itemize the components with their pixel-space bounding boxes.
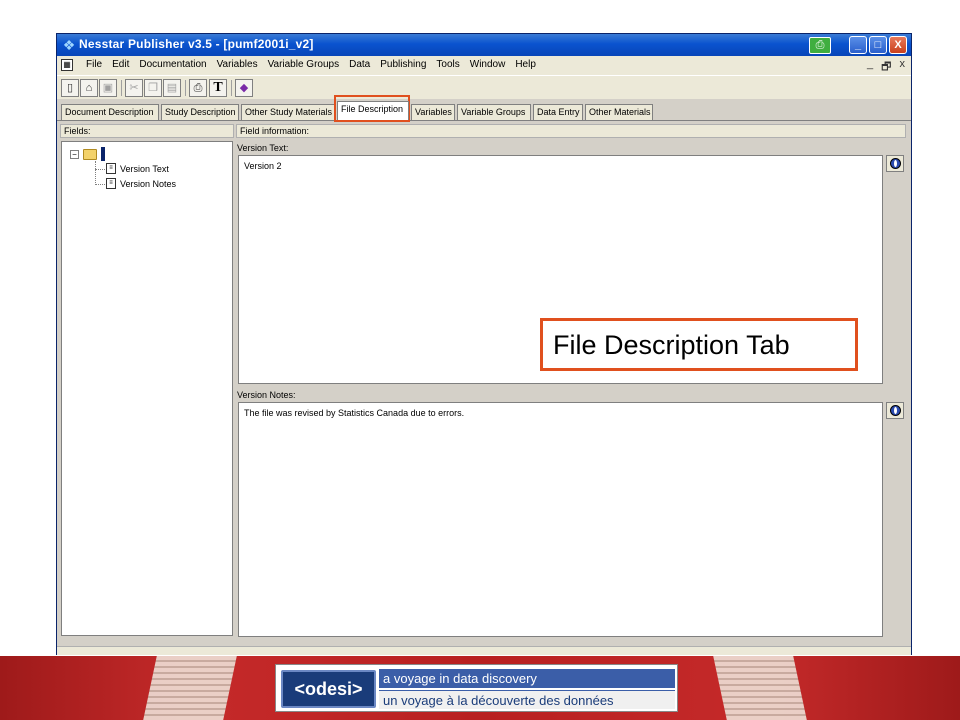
tab-variables[interactable]: Variables: [411, 104, 455, 120]
tagline-french: un voyage à la découverte des données: [379, 690, 675, 709]
menu-window[interactable]: Window: [465, 59, 511, 70]
selection-marker: [101, 147, 105, 161]
folder-icon: [83, 148, 97, 160]
cut-icon[interactable]: ✂: [125, 79, 143, 97]
callout-box: File Description Tab: [540, 318, 858, 371]
content-area: Fields: − ≡ Version Text ≡ Version Notes…: [57, 120, 911, 646]
decorative-paper-right: [713, 656, 807, 720]
decorative-paper-left: [143, 656, 237, 720]
version-notes-field[interactable]: The file was revised by Statistics Canad…: [238, 402, 883, 637]
menu-file[interactable]: File: [81, 59, 107, 70]
printer-icon[interactable]: ⎙: [809, 37, 831, 54]
paste-icon[interactable]: ▤: [163, 79, 181, 97]
tab-strip: Document Description Study Description O…: [57, 100, 911, 120]
document-icon: ≡: [106, 178, 116, 189]
field-information-header: Field information:: [236, 124, 906, 138]
maximize-button[interactable]: □: [869, 36, 887, 54]
callout-text: File Description Tab: [553, 330, 790, 360]
footer-banner: <odesi> a voyage in data discovery un vo…: [0, 656, 960, 720]
globe-help-icon: [890, 405, 901, 416]
text-icon[interactable]: T: [209, 79, 227, 97]
tab-other-study-materials[interactable]: Other Study Materials: [241, 104, 335, 120]
toolbar: ▯ ⌂ ▣ ✂ ❐ ▤ ⎙ T ◆: [57, 75, 911, 99]
odesi-logo-box: <odesi> a voyage in data discovery un vo…: [275, 664, 678, 712]
version-notes-value: The file was revised by Statistics Canad…: [244, 408, 465, 418]
title-bar[interactable]: ❖ Nesstar Publisher v3.5 - [pumf2001i_v2…: [57, 34, 911, 56]
tree-item-version-notes[interactable]: ≡ Version Notes: [106, 178, 176, 189]
save-icon[interactable]: ▣: [99, 79, 117, 97]
tree-item-label: Version Text: [120, 163, 169, 174]
tab-variable-groups[interactable]: Variable Groups: [457, 104, 531, 120]
collapse-icon[interactable]: −: [70, 149, 79, 159]
close-button[interactable]: X: [889, 36, 907, 54]
new-file-icon[interactable]: ▯: [61, 79, 79, 97]
fields-tree[interactable]: − ≡ Version Text ≡ Version Notes: [61, 141, 233, 636]
tree-item-label: Version Notes: [120, 178, 177, 189]
book-icon[interactable]: ◆: [235, 79, 253, 97]
menu-documentation[interactable]: Documentation: [134, 59, 211, 70]
menu-variable-groups[interactable]: Variable Groups: [263, 59, 345, 70]
version-text-help-button[interactable]: [886, 155, 904, 172]
copy-icon[interactable]: ❐: [144, 79, 162, 97]
menu-tools[interactable]: Tools: [431, 59, 464, 70]
version-notes-label: Version Notes:: [237, 390, 296, 400]
app-icon: ❖: [62, 37, 76, 53]
version-notes-help-button[interactable]: [886, 402, 904, 419]
minimize-button[interactable]: _: [849, 36, 867, 54]
tab-data-entry[interactable]: Data Entry: [533, 104, 583, 120]
menu-edit[interactable]: Edit: [107, 59, 134, 70]
version-text-label: Version Text:: [237, 143, 289, 153]
tab-file-description[interactable]: File Description: [337, 101, 409, 120]
menu-data[interactable]: Data: [344, 59, 375, 70]
window-title: Nesstar Publisher v3.5 - [pumf2001i_v2]: [79, 37, 314, 51]
document-menu-icon[interactable]: ▦: [61, 59, 73, 71]
version-text-value: Version 2: [244, 161, 282, 171]
menu-bar: ▦ File Edit Documentation Variables Vari…: [57, 56, 911, 75]
open-folder-icon[interactable]: ⌂: [80, 79, 98, 97]
menu-variables[interactable]: Variables: [212, 59, 263, 70]
menu-publishing[interactable]: Publishing: [375, 59, 431, 70]
odesi-logo: <odesi>: [281, 670, 376, 708]
globe-help-icon: [890, 158, 901, 169]
tab-document-description[interactable]: Document Description: [61, 104, 159, 120]
tree-item-version-text[interactable]: ≡ Version Text: [106, 163, 169, 174]
print-icon[interactable]: ⎙: [189, 79, 207, 97]
tab-other-materials[interactable]: Other Materials: [585, 104, 653, 120]
menu-help[interactable]: Help: [510, 59, 541, 70]
status-bar: [57, 646, 911, 655]
tab-study-description[interactable]: Study Description: [161, 104, 239, 120]
document-icon: ≡: [106, 163, 116, 174]
fields-header: Fields:: [60, 124, 234, 138]
tagline-english: a voyage in data discovery: [379, 669, 675, 688]
tree-root[interactable]: −: [70, 147, 105, 161]
